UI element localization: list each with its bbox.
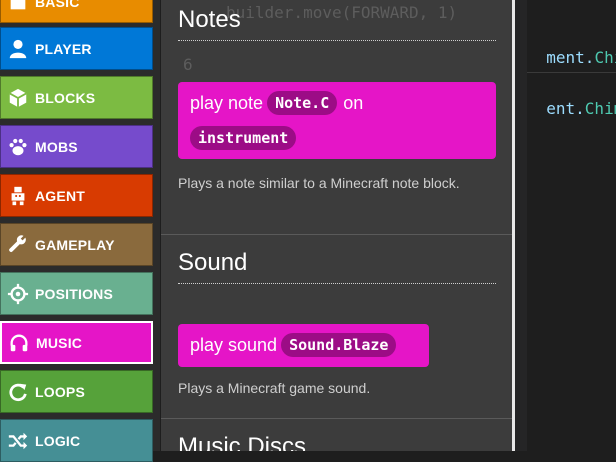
section-underline bbox=[178, 283, 496, 284]
editor-line-divider bbox=[527, 72, 616, 73]
note-value-pill[interactable]: Note.C bbox=[267, 91, 338, 115]
category-label: AGENT bbox=[35, 187, 85, 204]
section-heading-music-discs: Music Discs bbox=[178, 433, 307, 451]
code-line-3-tail: ent.Chime bbox=[527, 80, 616, 118]
block-row: play sound Sound.Blaze bbox=[190, 333, 397, 357]
section-underline bbox=[178, 40, 496, 41]
category-label: LOOPS bbox=[35, 383, 86, 400]
category-label: POSITIONS bbox=[35, 285, 114, 302]
toolbox-flyout[interactable]: builder.move(FORWARD, 1) 6 Notes play no… bbox=[161, 0, 512, 451]
category-basic[interactable]: BASIC bbox=[0, 0, 153, 23]
ghost-line-number: 6 bbox=[183, 55, 193, 74]
section-heading-sound: Sound bbox=[178, 249, 248, 276]
editor-gutter bbox=[515, 0, 527, 451]
block-text: play sound bbox=[190, 334, 278, 355]
ghost-code-line: builder.move(FORWARD, 1) bbox=[226, 3, 458, 22]
category-music[interactable]: MUSIC bbox=[0, 321, 153, 364]
play-note-description: Plays a note similar to a Minecraft note… bbox=[178, 175, 460, 191]
paw-icon bbox=[1, 136, 35, 158]
category-player[interactable]: PLAYER bbox=[0, 27, 153, 70]
code-token: ent. bbox=[546, 99, 585, 118]
section-separator bbox=[161, 234, 512, 235]
headphones-icon bbox=[2, 332, 36, 354]
crosshair-icon bbox=[1, 283, 35, 305]
block-text: on bbox=[343, 92, 364, 113]
category-label: MUSIC bbox=[36, 334, 83, 351]
shuffle-icon bbox=[1, 430, 35, 452]
wrench-icon bbox=[1, 234, 35, 256]
block-text: play note bbox=[190, 92, 264, 113]
category-label: GAMEPLAY bbox=[35, 236, 115, 253]
play-note-block[interactable]: play note Note.C on instrument bbox=[178, 82, 496, 159]
category-label: MOBS bbox=[35, 138, 78, 155]
category-blocks[interactable]: BLOCKS bbox=[0, 76, 153, 119]
category-label: BASIC bbox=[35, 0, 80, 10]
category-sidebar: BASIC PLAYER BLOCKS MOBS AGENT GAMEPLAY bbox=[0, 0, 160, 462]
section-separator bbox=[161, 418, 512, 419]
flyout-scrollbar[interactable] bbox=[512, 0, 515, 451]
code-token: Chime bbox=[584, 99, 616, 118]
category-label: PLAYER bbox=[35, 40, 92, 57]
category-label: LOGIC bbox=[35, 432, 81, 449]
cube-icon bbox=[1, 87, 35, 109]
category-label: BLOCKS bbox=[35, 89, 96, 106]
category-agent[interactable]: AGENT bbox=[0, 174, 153, 217]
loop-icon bbox=[1, 381, 35, 403]
code-token: Chim bbox=[594, 48, 616, 67]
code-line-2-tail: ment.Chim bbox=[527, 29, 616, 67]
block-row: instrument bbox=[190, 126, 297, 150]
category-gameplay[interactable]: GAMEPLAY bbox=[0, 223, 153, 266]
person-icon bbox=[1, 38, 35, 60]
robot-icon bbox=[1, 185, 35, 207]
sound-value-pill[interactable]: Sound.Blaze bbox=[281, 333, 397, 357]
section-heading-notes: Notes bbox=[178, 6, 241, 33]
category-loops[interactable]: LOOPS bbox=[0, 370, 153, 413]
play-sound-description: Plays a Minecraft game sound. bbox=[178, 380, 371, 396]
play-sound-block[interactable]: play sound Sound.Blaze bbox=[178, 324, 429, 367]
block-row: play note Note.C on bbox=[190, 91, 363, 115]
basic-icon bbox=[1, 0, 35, 13]
instrument-pill[interactable]: instrument bbox=[190, 126, 297, 150]
code-editor[interactable] bbox=[515, 0, 616, 451]
code-token: ment. bbox=[546, 48, 595, 67]
category-logic[interactable]: LOGIC bbox=[0, 419, 153, 462]
category-positions[interactable]: POSITIONS bbox=[0, 272, 153, 315]
category-mobs[interactable]: MOBS bbox=[0, 125, 153, 168]
